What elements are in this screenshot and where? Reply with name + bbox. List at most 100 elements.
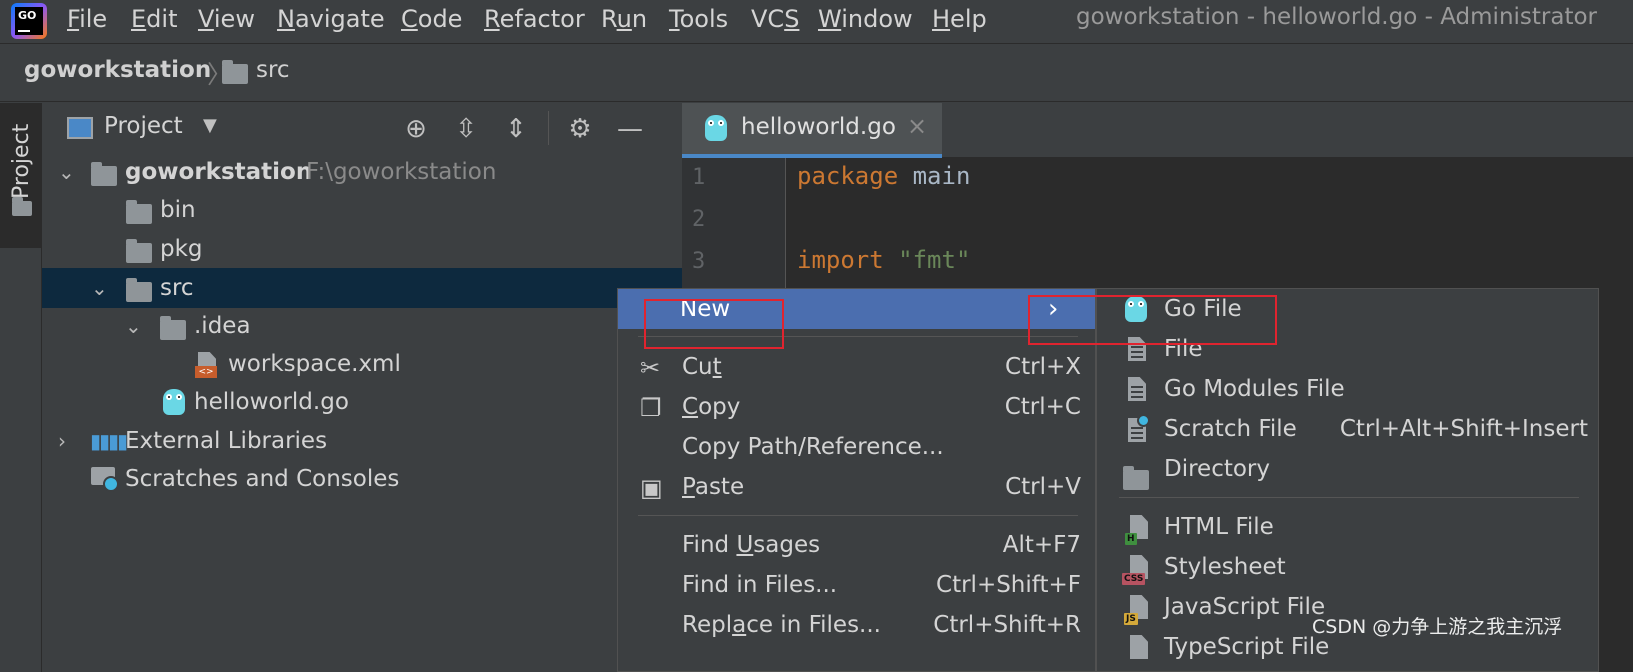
tree-item-scratches[interactable]: Scratches and Consoles xyxy=(42,459,682,499)
folder-icon xyxy=(1123,466,1149,490)
menu-item-shortcut: Ctrl+X xyxy=(1005,354,1081,380)
submenu-item-html-file[interactable]: H HTML File xyxy=(1097,507,1598,547)
menu-view[interactable]: View xyxy=(198,5,255,33)
menu-item-label: HTML File xyxy=(1164,514,1274,540)
menu-item-label: Replace in Files... xyxy=(682,612,881,638)
menu-help[interactable]: Help xyxy=(932,5,987,33)
tree-item-helloworld-go[interactable]: helloworld.go xyxy=(42,382,682,422)
css-file-icon: CSS xyxy=(1122,555,1150,585)
code-keyword: package xyxy=(797,162,899,190)
tree-item-label: goworkstation xyxy=(125,159,313,185)
menu-item-label: Find Usages xyxy=(682,532,821,558)
tree-item-idea[interactable]: ⌄ .idea xyxy=(42,306,682,346)
code-keyword: import xyxy=(797,246,884,274)
js-file-icon: JS xyxy=(1124,595,1150,625)
menu-item-paste[interactable]: ▣ Paste Ctrl+V xyxy=(618,467,1095,507)
tree-item-bin[interactable]: bin xyxy=(42,190,682,230)
window-title: goworkstation - helloworld.go - Administ… xyxy=(1076,4,1598,30)
code-line[interactable]: import "fmt" xyxy=(797,246,970,274)
menu-item-label: Copy Path/Reference... xyxy=(682,434,944,460)
tree-item-workspace-xml[interactable]: <> workspace.xml xyxy=(42,344,682,384)
line-number: 3 xyxy=(692,249,706,274)
menu-item-shortcut: Ctrl+Shift+R xyxy=(933,612,1081,638)
menu-item-label: Scratch File xyxy=(1164,416,1297,442)
menu-item-replace-in-files[interactable]: Replace in Files... Ctrl+Shift+R xyxy=(618,605,1095,645)
tree-item-external-libraries[interactable]: › ▮▮▮▮ External Libraries xyxy=(42,421,682,461)
menu-item-label: Cut xyxy=(682,354,722,380)
tree-item-path: F:\goworkstation xyxy=(306,159,497,185)
tab-helloworld-go[interactable]: helloworld.go × xyxy=(682,103,942,158)
menu-vcs[interactable]: VCS xyxy=(751,5,799,33)
html-file-icon: H xyxy=(1124,515,1150,545)
locate-icon[interactable]: ⊕ xyxy=(401,114,431,144)
menu-file[interactable]: File xyxy=(67,5,107,33)
submenu-item-go-modules-file[interactable]: Go Modules File xyxy=(1097,369,1598,409)
tree-item-src[interactable]: ⌄ src xyxy=(42,268,682,308)
menu-item-copy-path[interactable]: Copy Path/Reference... xyxy=(618,427,1095,467)
menu-edit[interactable]: Edit xyxy=(131,5,177,33)
libraries-icon: ▮▮▮▮ xyxy=(90,429,128,453)
chevron-right-icon[interactable]: › xyxy=(58,421,66,461)
folder-icon xyxy=(126,239,152,263)
menu-window[interactable]: Window xyxy=(818,5,913,33)
line-number: 2 xyxy=(692,207,706,232)
tree-item-label: Scratches and Consoles xyxy=(125,466,400,492)
ts-file-icon xyxy=(1124,635,1150,661)
tab-label: helloworld.go xyxy=(741,114,896,140)
menu-separator xyxy=(1119,497,1579,498)
chevron-down-icon[interactable]: ⌄ xyxy=(91,268,108,308)
submenu-item-stylesheet[interactable]: CSS Stylesheet xyxy=(1097,547,1598,587)
menu-item-find-usages[interactable]: Find Usages Alt+F7 xyxy=(618,525,1095,565)
menu-item-label: Copy xyxy=(682,394,741,420)
menu-item-copy[interactable]: ❐ Copy Ctrl+C xyxy=(618,387,1095,427)
project-view-icon xyxy=(67,117,93,139)
folder-icon xyxy=(160,316,186,340)
folder-icon xyxy=(222,60,248,84)
folder-icon xyxy=(91,162,117,186)
gopher-icon xyxy=(163,389,185,415)
chevron-down-icon[interactable]: ▼ xyxy=(203,115,217,136)
menu-item-label: TypeScript File xyxy=(1164,634,1330,660)
collapse-all-icon[interactable]: ⇕ xyxy=(501,114,531,144)
menu-code[interactable]: Code xyxy=(401,5,462,33)
menu-item-label: Go Modules File xyxy=(1164,376,1345,402)
menu-item-label: Paste xyxy=(682,474,745,500)
scratch-file-icon xyxy=(1124,414,1150,443)
tree-item-label: bin xyxy=(160,197,196,223)
project-panel-header: Project ▼ ⊕ ⇳ ⇕ ⚙ — xyxy=(42,103,682,155)
menu-item-shortcut: Ctrl+Shift+F xyxy=(936,572,1081,598)
menu-separator xyxy=(638,515,1078,516)
project-panel: Project ▼ ⊕ ⇳ ⇕ ⚙ — ⌄ goworkstation F:\g… xyxy=(42,103,682,672)
chevron-down-icon[interactable]: ⌄ xyxy=(125,306,142,346)
watermark: CSDN @力争上游之我主沉浮 xyxy=(1312,616,1563,638)
menu-item-label: Directory xyxy=(1164,456,1271,482)
project-view-title[interactable]: Project xyxy=(104,113,183,139)
code-line[interactable]: package main xyxy=(797,162,970,190)
submenu-item-directory[interactable]: Directory xyxy=(1097,449,1598,490)
submenu-item-scratch-file[interactable]: Scratch File Ctrl+Alt+Shift+Insert xyxy=(1097,409,1598,449)
menu-run[interactable]: Run xyxy=(601,5,647,33)
tree-item-pkg[interactable]: pkg xyxy=(42,229,682,269)
close-icon[interactable]: × xyxy=(907,112,927,140)
hide-icon[interactable]: — xyxy=(615,114,645,144)
tree-item-label: External Libraries xyxy=(125,428,328,454)
menu-refactor[interactable]: Refactor xyxy=(484,5,585,33)
menu-item-label: Stylesheet xyxy=(1164,554,1286,580)
settings-icon[interactable]: ⚙ xyxy=(565,114,595,144)
scissors-icon: ✂ xyxy=(640,354,661,382)
chevron-down-icon[interactable]: ⌄ xyxy=(58,152,75,192)
tree-item-goworkstation[interactable]: ⌄ goworkstation F:\goworkstation xyxy=(42,152,682,192)
menu-item-find-in-files[interactable]: Find in Files... Ctrl+Shift+F xyxy=(618,565,1095,605)
menu-navigate[interactable]: Navigate xyxy=(277,5,385,33)
expand-all-icon[interactable]: ⇳ xyxy=(451,114,481,144)
gopher-icon xyxy=(705,115,727,141)
menu-tools[interactable]: Tools xyxy=(669,5,728,33)
menu-item-cut[interactable]: ✂ Cut Ctrl+X xyxy=(618,347,1095,387)
project-tool-tab[interactable]: Project xyxy=(0,103,42,248)
file-icon xyxy=(1124,377,1150,403)
code-string: "fmt" xyxy=(898,246,971,274)
breadcrumb-current[interactable]: src xyxy=(256,57,290,83)
tool-window-stripe: Project xyxy=(0,103,42,672)
menu-bar: GO File Edit View Navigate Code Refactor… xyxy=(0,0,1633,44)
breadcrumb-root[interactable]: goworkstation xyxy=(24,57,211,83)
